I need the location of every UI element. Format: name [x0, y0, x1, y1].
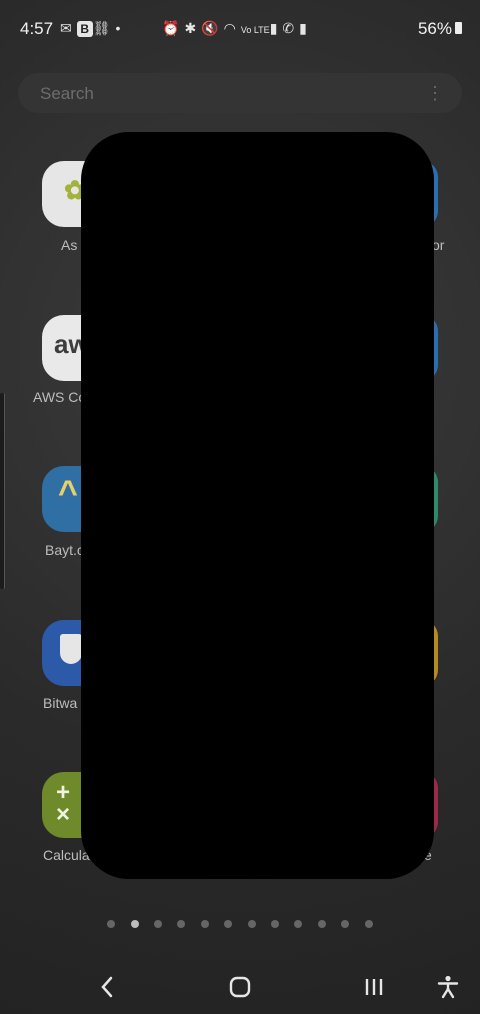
- more-options-icon[interactable]: ⋮: [426, 81, 444, 105]
- page-dot-active[interactable]: [131, 920, 139, 928]
- back-button[interactable]: [90, 970, 124, 1004]
- status-bar: 4:57 ✉ B ⛓• ⏰✱🔇◠Vo LTE▮✆▮ 56%: [0, 0, 480, 60]
- app-label-aws: AWS Co: [33, 389, 87, 405]
- page-dot[interactable]: [341, 920, 349, 928]
- page-dot[interactable]: [154, 920, 162, 928]
- accessibility-button[interactable]: [432, 970, 464, 1004]
- search-input[interactable]: [38, 81, 402, 107]
- call-icon: ✆: [282, 20, 300, 36]
- app-search-bar[interactable]: ⋮: [18, 73, 462, 113]
- b-icon: B: [76, 21, 93, 37]
- page-dot[interactable]: [365, 920, 373, 928]
- battery-status: 56%: [418, 19, 462, 39]
- home-button[interactable]: [222, 970, 258, 1004]
- calculator-icon: + ×: [56, 779, 71, 828]
- page-dot[interactable]: [318, 920, 326, 928]
- recents-icon: [365, 979, 383, 995]
- accessibility-icon: [437, 975, 459, 999]
- recents-button[interactable]: [356, 970, 392, 1004]
- link-off-icon: ⛓: [92, 20, 116, 36]
- navigation-bar: [0, 960, 480, 1014]
- signal-icon: ▮: [299, 20, 312, 36]
- edge-panel-handle[interactable]: [0, 393, 5, 589]
- signal-icon: ▮: [269, 20, 283, 36]
- bayt-glyph-icon: ^: [58, 474, 78, 512]
- battery-icon: [455, 22, 462, 34]
- status-left-icons: ✉ B ⛓•: [60, 20, 125, 37]
- battery-percent: 56%: [417, 19, 452, 38]
- home-icon: [229, 976, 251, 998]
- status-time: 4:57: [20, 19, 54, 38]
- app-label-bitwarden: Bitwa: [43, 695, 78, 711]
- back-icon: [101, 976, 113, 998]
- page-dot[interactable]: [224, 920, 232, 928]
- page-indicator: [0, 920, 480, 932]
- alarm-icon: ⏰: [162, 20, 185, 36]
- page-dot[interactable]: [201, 920, 209, 928]
- page-dot[interactable]: [107, 920, 115, 928]
- page-dot[interactable]: [248, 920, 256, 928]
- page-dot[interactable]: [271, 920, 279, 928]
- dot-icon: •: [115, 20, 126, 36]
- app-label-calculator: Calcula: [43, 847, 90, 863]
- shield-icon: [60, 634, 82, 664]
- mute-icon: 🔇: [201, 20, 224, 36]
- page-dot[interactable]: [177, 920, 185, 928]
- app-label-bayt: Bayt.c: [45, 542, 84, 558]
- app-label-as: As: [61, 237, 78, 253]
- page-dot[interactable]: [294, 920, 302, 928]
- gmail-icon: ✉: [60, 20, 77, 36]
- volte-icon: Vo LTE: [240, 25, 270, 35]
- black-overlay-card: [81, 132, 434, 879]
- wifi-icon: ◠: [223, 20, 241, 36]
- status-right-icons: ⏰✱🔇◠Vo LTE▮✆▮: [162, 20, 312, 37]
- bluetooth-icon: ✱: [184, 20, 202, 36]
